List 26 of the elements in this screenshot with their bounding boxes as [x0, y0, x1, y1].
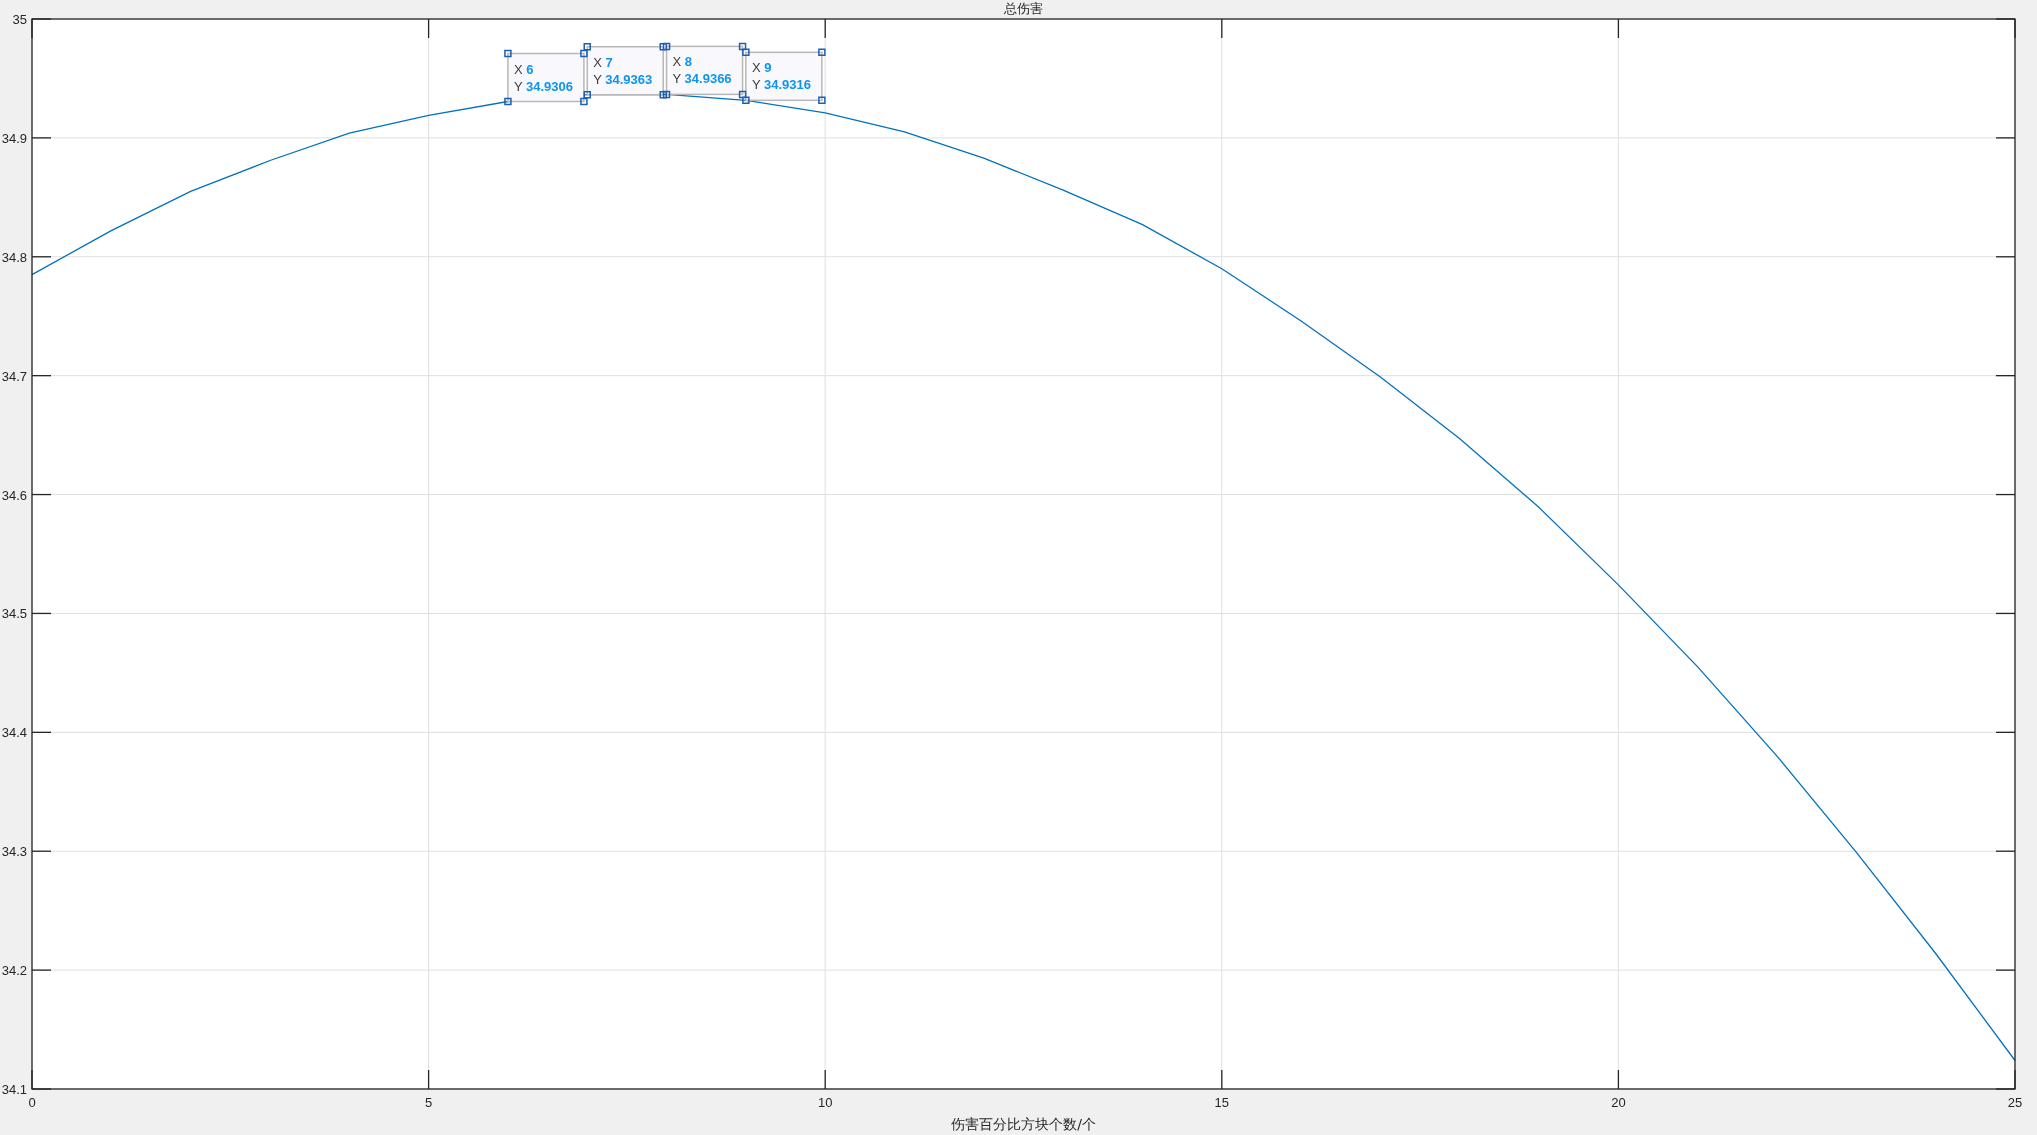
data-tip[interactable]: X 8 Y 34.9366	[665, 45, 744, 96]
x-tick-label: 15	[1214, 1095, 1230, 1110]
annotation: X 6 Y 34.9306	[513, 61, 573, 94]
x-axis-label: 伤害百分比方块个数/个	[951, 1116, 1096, 1132]
y-tick-label: 34.6	[1, 487, 27, 503]
chart-title: 总伤害	[1004, 1, 1043, 16]
y-tick-label: 34.3	[1, 844, 27, 860]
y-tick-label: 34.8	[1, 249, 27, 265]
y-tick-label: 34.2	[1, 963, 27, 979]
y-tick-label: 34.4	[1, 725, 27, 741]
x-tick-label: 20	[1611, 1095, 1626, 1110]
x-tick-label: 5	[425, 1095, 433, 1110]
annotation: X 7 Y 34.9363	[593, 54, 653, 87]
x-tick-label: 10	[817, 1095, 833, 1110]
x-tick-label: 0	[28, 1095, 36, 1110]
data-tip[interactable]: X 9 Y 34.9316	[745, 51, 823, 102]
y-tick-label: 34.7	[1, 368, 27, 384]
y-tick-label: 34.5	[1, 606, 27, 622]
y-tick-label: 34.9	[1, 130, 27, 146]
y-tick-label: 35	[12, 12, 27, 27]
y-tick-label: 34.1	[1, 1082, 27, 1097]
annotation: X 8 Y 34.9366	[672, 54, 732, 87]
data-tip[interactable]: X 6 Y 34.9306	[507, 52, 585, 103]
annotation: X 9 Y 34.9316	[751, 60, 811, 93]
x-tick-label: 25	[2007, 1095, 2023, 1110]
data-tip[interactable]: X 7 Y 34.9363	[586, 46, 664, 96]
